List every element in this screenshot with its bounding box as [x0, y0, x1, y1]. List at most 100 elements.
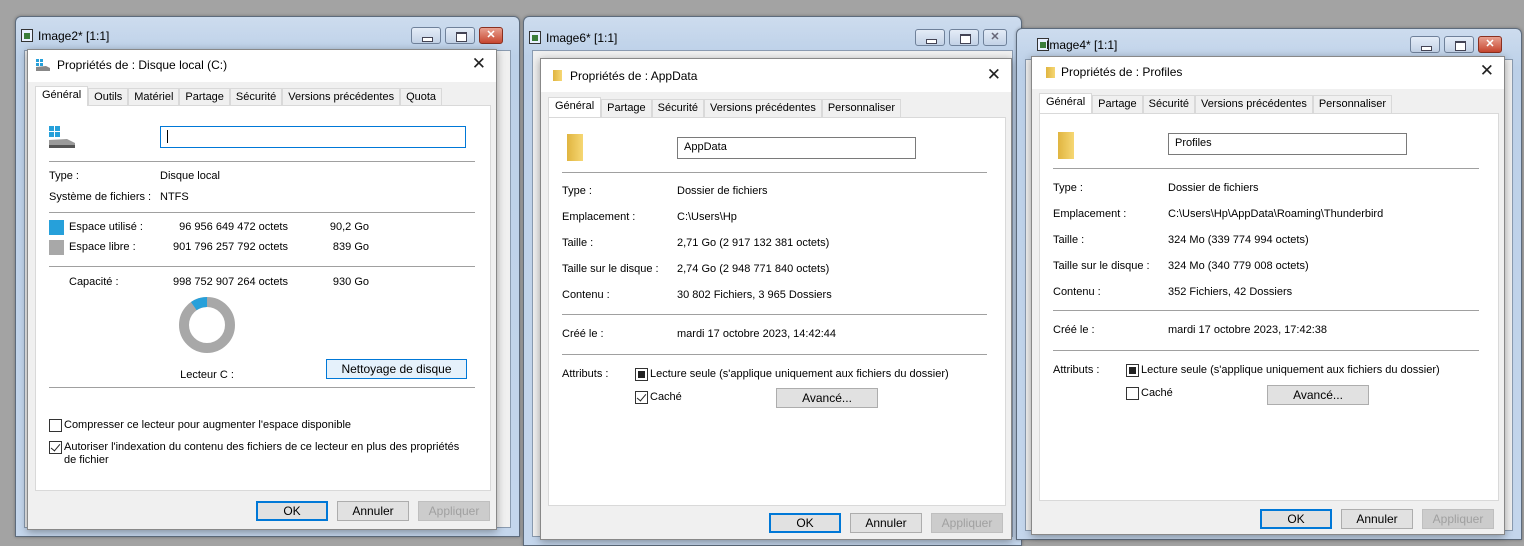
ok-button[interactable]: OK [769, 513, 841, 533]
minimize-button[interactable] [915, 29, 945, 46]
disk-size-value: 324 Mo (340 779 008 octets) [1168, 260, 1309, 272]
close-dialog-button[interactable]: ✕ [987, 65, 1001, 85]
tab-bar: Général Partage Sécurité Versions précéd… [548, 97, 902, 117]
tab-personnaliser[interactable]: Personnaliser [1312, 95, 1393, 113]
separator [1053, 310, 1479, 311]
separator [562, 314, 987, 315]
folder-icon [553, 70, 562, 81]
free-space-ring [179, 297, 235, 353]
contents-value: 352 Fichiers, 42 Dossiers [1168, 286, 1293, 298]
dialog-title-bar: Propriétés de : Profiles ✕ [1032, 57, 1504, 89]
hidden-label: Caché [1141, 387, 1173, 399]
free-space-label: Espace libre : [69, 241, 136, 253]
folder-name-input[interactable]: AppData [677, 137, 916, 159]
separator [1053, 168, 1479, 169]
allow-indexing-label: Autoriser l'indexation du contenu des fi… [64, 441, 460, 466]
dialog-title: Propriétés de : AppData [570, 69, 698, 83]
disk-cleanup-button[interactable]: Nettoyage de disque [326, 359, 467, 379]
size-value: 2,71 Go (2 917 132 381 octets) [677, 237, 830, 249]
tab-materiel[interactable]: Matériel [128, 88, 180, 106]
apply-button[interactable]: Appliquer [1422, 509, 1494, 529]
window-title: Image2* [1:1] [38, 29, 110, 43]
capacity-label: Capacité : [69, 276, 119, 288]
hidden-checkbox[interactable] [635, 391, 648, 404]
tab-general[interactable]: Général [35, 86, 89, 106]
created-value: mardi 17 octobre 2023, 14:42:44 [677, 328, 837, 340]
type-label: Type : [1053, 182, 1083, 194]
readonly-label: Lecture seule (s'applique uniquement aux… [1141, 364, 1440, 376]
contents-value: 30 802 Fichiers, 3 965 Dossiers [677, 289, 832, 301]
window-title: Image4* [1:1] [1046, 38, 1118, 52]
tab-general[interactable]: Général [548, 97, 602, 117]
tab-securite[interactable]: Sécurité [1142, 95, 1196, 113]
tab-partage[interactable]: Partage [179, 88, 230, 106]
tab-versions-precedentes[interactable]: Versions précédentes [704, 99, 822, 117]
close-dialog-button[interactable]: ✕ [472, 54, 486, 74]
window-title: Image6* [1:1] [546, 31, 618, 45]
dialog-title-bar: Propriétés de : AppData ✕ [541, 59, 1011, 92]
filesystem-value: NTFS [160, 191, 189, 203]
apply-button[interactable]: Appliquer [418, 501, 490, 521]
close-window-button[interactable]: ✕ [479, 27, 503, 44]
readonly-checkbox[interactable] [635, 368, 648, 381]
tab-versions-precedentes[interactable]: Versions précédentes [282, 88, 401, 106]
close-dialog-button[interactable]: ✕ [1480, 61, 1494, 81]
advanced-button[interactable]: Avancé... [1267, 385, 1369, 405]
tab-personnaliser[interactable]: Personnaliser [821, 99, 902, 117]
minimize-button[interactable] [411, 27, 441, 44]
free-space-swatch [49, 240, 64, 255]
allow-indexing-checkbox[interactable] [49, 441, 62, 454]
location-label: Emplacement : [562, 211, 636, 223]
tab-securite[interactable]: Sécurité [651, 99, 705, 117]
filesystem-label: Système de fichiers : [49, 191, 152, 203]
created-value: mardi 17 octobre 2023, 17:42:38 [1168, 324, 1328, 336]
maximize-button[interactable] [1444, 36, 1474, 53]
tab-general[interactable]: Général [1039, 93, 1093, 113]
type-label: Type : [49, 170, 79, 182]
used-space-swatch [49, 220, 64, 235]
cancel-button[interactable]: Annuler [1341, 509, 1413, 529]
maximize-button[interactable] [949, 29, 979, 46]
properties-dialog-drive-c: Propriétés de : Disque local (C:) ✕ Géné… [27, 49, 497, 530]
cancel-button[interactable]: Annuler [337, 501, 409, 521]
folder-name-input[interactable]: Profiles [1168, 133, 1407, 155]
created-label: Créé le : [1053, 324, 1095, 336]
compress-drive-checkbox[interactable] [49, 419, 62, 432]
folder-large-icon [567, 134, 583, 161]
disk-size-value: 2,74 Go (2 948 771 840 octets) [677, 263, 830, 275]
general-panel [548, 117, 1006, 506]
tab-outils[interactable]: Outils [88, 88, 129, 106]
created-label: Créé le : [562, 328, 604, 340]
dialog-title: Propriétés de : Disque local (C:) [57, 58, 228, 72]
cancel-button[interactable]: Annuler [850, 513, 922, 533]
ok-button[interactable]: OK [256, 501, 328, 521]
separator [562, 354, 987, 355]
advanced-button[interactable]: Avancé... [776, 388, 878, 408]
readonly-checkbox[interactable] [1126, 364, 1139, 377]
close-window-button[interactable]: ✕ [983, 29, 1007, 46]
tab-securite[interactable]: Sécurité [229, 88, 283, 106]
maximize-button[interactable] [445, 27, 475, 44]
location-value: C:\Users\Hp\AppData\Roaming\Thunderbird [1168, 208, 1384, 220]
tab-partage[interactable]: Partage [601, 99, 652, 117]
minimize-button[interactable] [1410, 36, 1440, 53]
tab-quota[interactable]: Quota [400, 88, 443, 106]
drive-name-input[interactable] [160, 126, 466, 148]
tab-partage[interactable]: Partage [1092, 95, 1143, 113]
tab-bar: Général Partage Sécurité Versions précéd… [1039, 93, 1393, 113]
close-window-button[interactable]: ✕ [1478, 36, 1502, 53]
separator [49, 266, 475, 267]
properties-dialog-appdata: Propriétés de : AppData ✕ Général Partag… [540, 58, 1012, 540]
image-viewer-icon [21, 29, 33, 42]
contents-label: Contenu : [1053, 286, 1101, 298]
ok-button[interactable]: OK [1260, 509, 1332, 529]
free-space-size: 839 Go [332, 241, 369, 253]
size-value: 324 Mo (339 774 994 octets) [1168, 234, 1309, 246]
apply-button[interactable]: Appliquer [931, 513, 1003, 533]
type-label: Type : [562, 185, 592, 197]
disk-size-label: Taille sur le disque : [562, 263, 659, 275]
hidden-checkbox[interactable] [1126, 387, 1139, 400]
tab-versions-precedentes[interactable]: Versions précédentes [1195, 95, 1313, 113]
capacity-bytes: 998 752 907 264 octets [173, 276, 288, 288]
used-space-size: 90,2 Go [329, 221, 369, 233]
